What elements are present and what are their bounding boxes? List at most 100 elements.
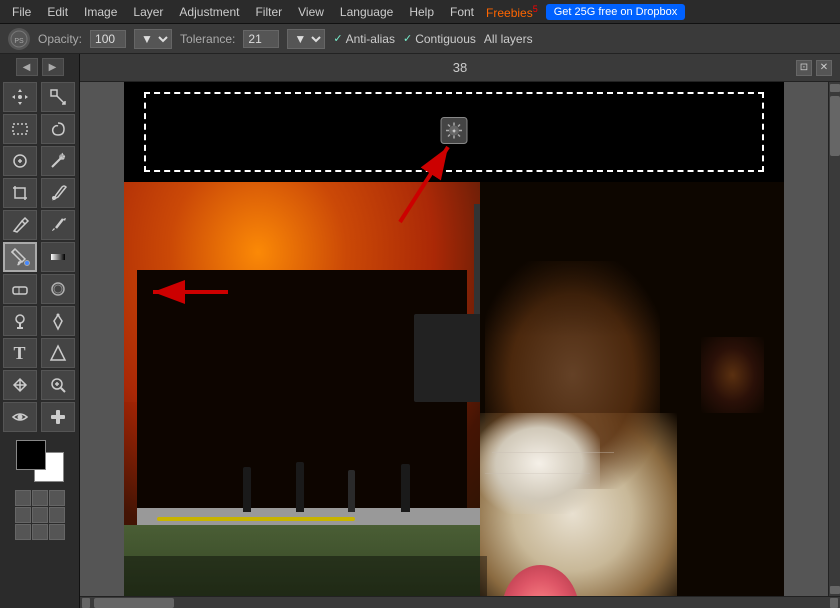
hose — [157, 517, 355, 521]
tool-rect-marquee[interactable] — [3, 114, 37, 144]
tool-blur[interactable] — [41, 274, 75, 304]
canvas-expand-button[interactable]: ⊡ — [796, 60, 812, 76]
menu-edit[interactable]: Edit — [39, 3, 76, 21]
opacity-label: Opacity: — [38, 32, 82, 46]
quick-btn-7[interactable] — [15, 524, 31, 540]
quick-btn-1[interactable] — [15, 490, 31, 506]
main-area: ◀ ▶ — [0, 54, 840, 608]
magic-wand-cursor-icon: ✦ — [440, 117, 468, 148]
quick-btn-5[interactable] — [32, 507, 48, 523]
toolbar-nav-right[interactable]: ▶ — [42, 58, 64, 76]
tool-eraser[interactable] — [3, 274, 37, 304]
dog-white-snout — [480, 413, 600, 514]
toolbar-nav: ◀ ▶ — [16, 58, 64, 76]
menu-view[interactable]: View — [290, 3, 332, 21]
tool-magic-wand[interactable] — [41, 146, 75, 176]
tool-fill-bucket[interactable] — [3, 242, 37, 272]
person-3 — [348, 470, 355, 512]
opacity-dropdown[interactable]: ▼ — [134, 29, 172, 49]
svg-text:✦: ✦ — [451, 128, 457, 136]
menu-layer[interactable]: Layer — [125, 3, 171, 21]
fg-dark — [124, 556, 487, 596]
freebies-badge: 5 — [533, 4, 538, 14]
canvas-viewport[interactable]: ✦ — [80, 82, 828, 596]
all-layers-label: All layers — [484, 32, 533, 46]
black-top-area: ✦ — [124, 82, 784, 182]
tool-gradient[interactable] — [41, 242, 75, 272]
quick-btn-8[interactable] — [32, 524, 48, 540]
canvas-controls: ⊡ ✕ — [796, 60, 832, 76]
canvas-area: 38 ⊡ ✕ — [80, 54, 840, 608]
quick-btn-6[interactable] — [49, 507, 65, 523]
antialias-label: Anti-alias — [346, 32, 395, 46]
scroll-up-btn[interactable] — [830, 84, 840, 92]
tool-eyedropper[interactable] — [41, 178, 75, 208]
tolerance-label: Tolerance: — [180, 32, 235, 46]
tool-brush[interactable] — [41, 210, 75, 240]
tool-pan[interactable] — [3, 370, 37, 400]
quick-btn-2[interactable] — [32, 490, 48, 506]
canvas-close-button[interactable]: ✕ — [816, 60, 832, 76]
tool-transform[interactable] — [41, 82, 75, 112]
hscroll-track[interactable] — [90, 598, 830, 608]
tool-text[interactable]: T — [3, 338, 37, 368]
menu-file[interactable]: File — [4, 3, 39, 21]
vscroll-thumb[interactable] — [830, 96, 840, 156]
tool-dodge[interactable] — [3, 306, 37, 336]
tool-zoom[interactable] — [41, 370, 75, 400]
all-layers-option[interactable]: All layers — [484, 32, 533, 46]
tolerance-input[interactable] — [243, 30, 279, 48]
tool-eye[interactable] — [3, 402, 37, 432]
person-1 — [243, 467, 251, 512]
hscroll-thumb[interactable] — [94, 598, 174, 608]
scroll-left-btn[interactable] — [82, 598, 90, 608]
vscroll-track[interactable] — [830, 92, 840, 586]
canvas-scroll-area[interactable]: ✦ — [80, 82, 840, 596]
antialias-check: ✓ — [333, 32, 342, 45]
tool-lasso[interactable] — [41, 114, 75, 144]
dog-whisker-2 — [485, 473, 590, 474]
scroll-down-btn[interactable] — [830, 586, 840, 594]
svg-text:PS: PS — [14, 38, 24, 45]
contiguous-check: ✓ — [403, 32, 412, 45]
toolbar-nav-left[interactable]: ◀ — [16, 58, 38, 76]
horizontal-scrollbar[interactable] — [80, 596, 840, 608]
quick-tools — [15, 490, 65, 540]
color-swatches[interactable] — [16, 440, 64, 482]
dropbox-promo[interactable]: Get 25G free on Dropbox — [546, 4, 686, 20]
menu-font[interactable]: Font — [442, 3, 482, 21]
app-logo: PS — [8, 28, 30, 50]
tool-quick-select[interactable] — [3, 146, 37, 176]
menu-filter[interactable]: Filter — [247, 3, 290, 21]
contiguous-label: Contiguous — [415, 32, 476, 46]
canvas-title: 38 — [453, 60, 467, 75]
person-2 — [296, 462, 304, 512]
tool-crop[interactable] — [3, 178, 37, 208]
tool-pencil[interactable] — [3, 210, 37, 240]
scroll-right-btn[interactable] — [830, 598, 838, 608]
tool-healing[interactable] — [41, 402, 75, 432]
menu-adjustment[interactable]: Adjustment — [171, 3, 247, 21]
opacity-input[interactable] — [90, 30, 126, 48]
person-4 — [401, 464, 410, 512]
menu-help[interactable]: Help — [401, 3, 442, 21]
menu-freebies[interactable]: Freebies5 — [482, 2, 542, 22]
dog-area — [480, 182, 784, 596]
tool-shape[interactable] — [41, 338, 75, 368]
tolerance-dropdown[interactable]: ▼ — [287, 29, 325, 49]
vertical-scrollbar[interactable] — [828, 82, 840, 596]
antialias-option[interactable]: ✓ Anti-alias — [333, 32, 395, 46]
menu-language[interactable]: Language — [332, 3, 401, 21]
photo-scene — [124, 182, 784, 596]
tool-move[interactable] — [3, 82, 37, 112]
menu-image[interactable]: Image — [76, 3, 125, 21]
tool-pen[interactable] — [41, 306, 75, 336]
fg-color-swatch[interactable] — [16, 440, 46, 470]
dog-eye-right — [701, 337, 764, 413]
quick-btn-9[interactable] — [49, 524, 65, 540]
contiguous-option[interactable]: ✓ Contiguous — [403, 32, 476, 46]
options-bar: PS Opacity: ▼ Tolerance: ▼ ✓ Anti-alias … — [0, 24, 840, 54]
canvas-header: 38 ⊡ ✕ — [80, 54, 840, 82]
quick-btn-3[interactable] — [49, 490, 65, 506]
quick-btn-4[interactable] — [15, 507, 31, 523]
